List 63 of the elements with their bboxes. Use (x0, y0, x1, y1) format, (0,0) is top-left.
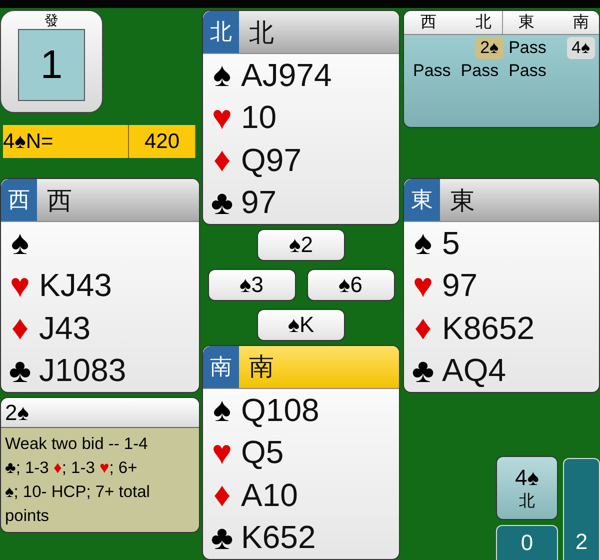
suit-symbol: ♠ (10, 226, 30, 260)
auction-header: 北 (474, 12, 492, 33)
suit-symbol: ♦ (10, 311, 30, 346)
suit-symbol: ♠ (212, 393, 232, 428)
auction-bid: Pass (412, 60, 452, 82)
card-holding[interactable]: AQ4 (442, 352, 506, 390)
card-holding[interactable]: 97 (442, 267, 478, 304)
card-holding[interactable]: K652 (241, 519, 316, 556)
seat-name: 東 (450, 186, 475, 216)
card-holding[interactable]: Q5 (241, 434, 284, 472)
seat-badge: 北 (203, 11, 239, 53)
card-holding[interactable]: K8652 (442, 310, 535, 347)
card-holding[interactable]: Q97 (241, 142, 302, 179)
board-number: 1 (18, 29, 85, 101)
card-holding[interactable]: 5 (442, 224, 460, 262)
suit-symbol: ♠ (412, 226, 434, 260)
seat-badge: 西 (1, 179, 37, 221)
seat-badge: 東 (404, 179, 440, 221)
played-card: ♠6 (306, 268, 394, 301)
card-holding[interactable]: A10 (241, 476, 298, 514)
card-holding[interactable]: KJ43 (39, 267, 112, 304)
seat-name: 北 (249, 18, 274, 48)
suit-symbol: ♥ (210, 436, 234, 470)
card-holding[interactable]: Q108 (241, 392, 320, 429)
seat-name: 南 (249, 352, 274, 384)
suit-symbol: ♦ (212, 478, 232, 512)
final-contract: 4♠ (515, 464, 539, 490)
suit-symbol: ♠ (212, 58, 232, 92)
card-holding[interactable]: 10 (241, 99, 277, 136)
suit-symbol: ♥ (8, 268, 32, 303)
suit-symbol: ♥ (412, 268, 434, 303)
ew-tricks: 2 (563, 458, 600, 560)
suit-symbol: ♣ (410, 354, 436, 388)
suit-symbol: ♣ (210, 186, 234, 220)
auction-bid: Pass (508, 37, 548, 59)
suit-symbol: ♦ (413, 311, 433, 346)
card-holding[interactable]: AJ974 (241, 56, 332, 94)
score-text: 420 (128, 125, 196, 158)
played-card: ♠K (257, 308, 345, 341)
explained-bid: 2♠ (1, 398, 199, 428)
auction-bid: 2♠ (475, 37, 504, 59)
suit-symbol: ♣ (210, 520, 234, 555)
auction-bid: Pass (460, 60, 500, 82)
ns-tricks: 0 (496, 525, 558, 560)
played-card: ♠3 (208, 268, 296, 301)
played-card: ♠2 (257, 229, 345, 262)
seat-name: 西 (47, 186, 72, 216)
declarer-seat: 北 (519, 490, 535, 512)
dealer-label: 發 (44, 11, 58, 29)
card-holding[interactable]: J43 (39, 310, 91, 347)
auction-header: 南 (572, 12, 590, 33)
seat-badge: 南 (203, 346, 239, 388)
auction-header: 西 (419, 13, 438, 33)
suit-symbol: ♥ (210, 100, 234, 135)
suit-symbol: ♦ (212, 143, 232, 178)
auction-bid: Pass (508, 60, 548, 82)
bid-explanation: Weak two bid -- 1-4 ♣; 1-3 ♦; 1-3 ♥; 6+ ♠; 10- HCP; 7+ total points (4, 434, 151, 527)
auction-header: 東 (502, 11, 550, 34)
contract-text: 4♠N= (3, 128, 54, 154)
card-holding[interactable]: 97 (241, 184, 277, 222)
auction-bid: 4♠ (566, 37, 595, 59)
card-holding[interactable]: J1083 (39, 352, 126, 390)
suit-symbol: ♣ (8, 354, 32, 388)
